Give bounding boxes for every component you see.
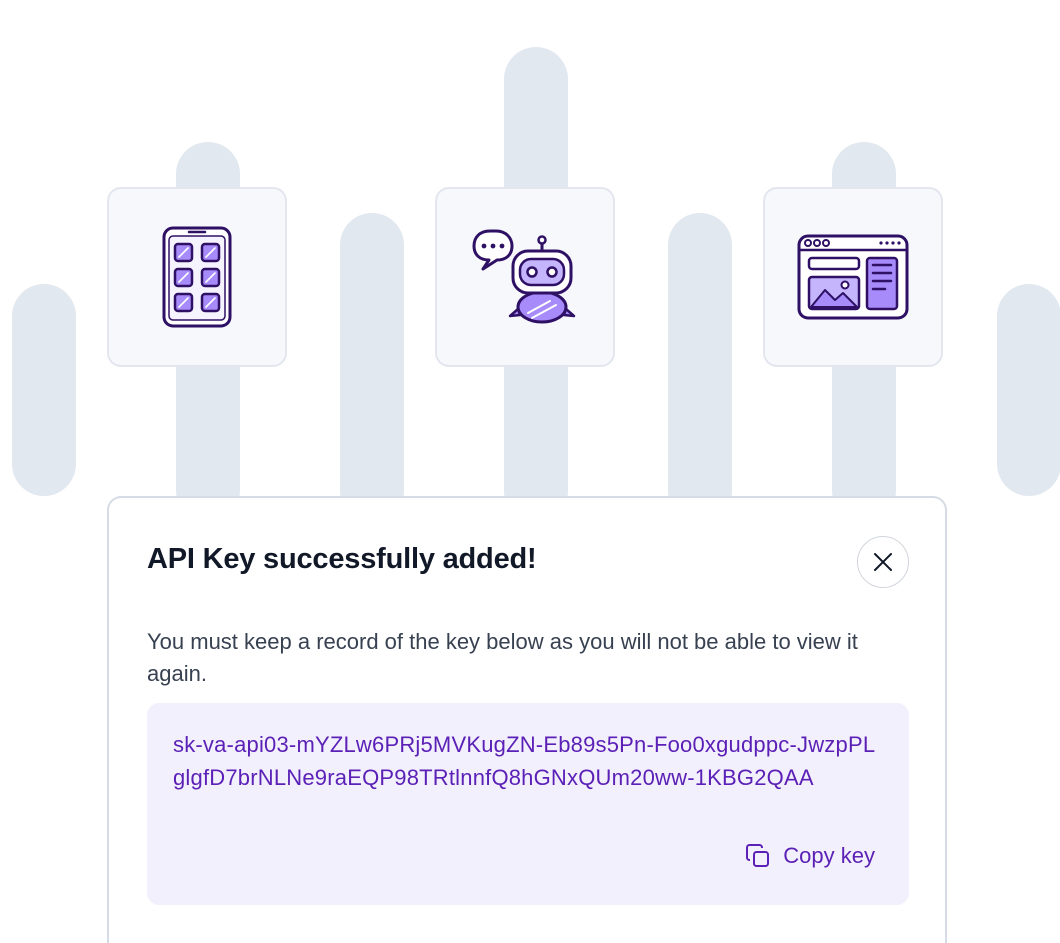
modal-message: You must keep a record of the key below … [147,629,858,686]
background-pillar [668,213,732,523]
close-button[interactable] [857,536,909,588]
background-pillar [340,213,404,523]
api-key-value[interactable]: sk-va-api03-mYZLw6PRj5MVKugZN-Eb89s5Pn-F… [173,728,885,794]
tablet-grid-icon [162,226,232,328]
copy-icon [746,844,770,867]
modal-title: API Key successfully added! [147,543,537,575]
browser-window-icon [797,234,909,320]
copy-key-label: Copy key [783,843,875,868]
illustration-tile-chatbot [435,187,615,367]
illustration-tile-browser [763,187,943,367]
close-icon [874,553,892,571]
background-pillar [12,284,76,496]
chatbot-icon [472,229,576,324]
background-pillar [997,284,1060,496]
api-key-success-modal: API Key successfully added! You must kee… [107,496,947,943]
api-key-box: sk-va-api03-mYZLw6PRj5MVKugZN-Eb89s5Pn-F… [147,703,909,905]
illustration-tile-tablet [107,187,287,367]
copy-key-button[interactable]: Copy key [745,843,875,869]
